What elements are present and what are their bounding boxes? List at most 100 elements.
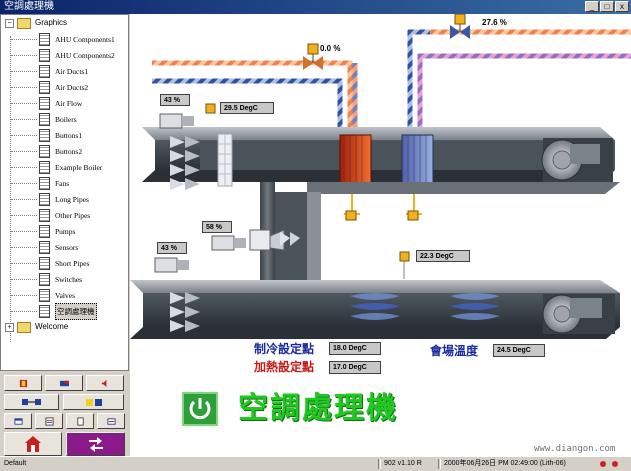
tree-root-label: Graphics (35, 18, 68, 27)
tree-connector (11, 183, 37, 184)
tree-item[interactable]: Buttons1 (39, 128, 82, 143)
page-icon (39, 289, 50, 302)
power-icon (189, 398, 211, 420)
nav-button-9[interactable] (97, 413, 125, 429)
tree-item-label: Switches (55, 275, 83, 284)
status-version: 902 v1.10 R (384, 460, 422, 467)
heating-valve-readout: 0.0 % (320, 44, 341, 53)
tree-root-welcome[interactable]: + Welcome (5, 320, 68, 334)
power-button[interactable] (182, 392, 218, 426)
page-icon (39, 97, 50, 110)
tree-item[interactable]: Air Flow (39, 96, 82, 111)
tree-item[interactable]: Buttons2 (39, 144, 82, 159)
tree-item[interactable]: Sensors (39, 240, 78, 255)
tree-item[interactable]: Air Ducts2 (39, 80, 88, 95)
nav-button-sound[interactable] (86, 375, 124, 391)
list-icon (44, 416, 54, 426)
page-icon (39, 113, 50, 126)
tree-item[interactable]: Valves (39, 288, 75, 303)
page-icon (39, 49, 50, 62)
tree-item[interactable]: Fans (39, 176, 69, 191)
status-bar: Default 902 v1.10 R 2000年06月26日 PM 02:49… (0, 456, 631, 471)
tree-item[interactable]: Long Pipes (39, 192, 89, 207)
nav-button-1[interactable] (4, 375, 42, 391)
tree-item-label: Pumps (55, 227, 76, 236)
tree-line (10, 36, 12, 342)
tree-item[interactable]: AHU Components1 (39, 32, 115, 47)
tree-connector (11, 311, 37, 312)
tree-item[interactable]: Short Pipes (39, 256, 89, 271)
tree-root-graphics[interactable]: − Graphics (5, 16, 67, 30)
damper-lower-readout: 43 % (157, 242, 187, 254)
nav-button-7[interactable] (35, 413, 63, 429)
minimize-button[interactable]: _ (585, 1, 599, 12)
page-icon (39, 305, 50, 318)
tree-item-label: Air Ducts2 (55, 83, 89, 92)
folder-doc-icon (85, 398, 102, 406)
tree-connector (11, 119, 37, 120)
tree-connector (11, 103, 37, 104)
tree-item-label: Long Pipes (55, 195, 89, 204)
tree-item-label: Air Flow (55, 99, 83, 108)
tree-item-label: AHU Components1 (55, 35, 115, 44)
speaker-icon (101, 379, 106, 387)
tree-item[interactable]: Other Pipes (39, 208, 90, 223)
tree-item[interactable]: Air Ducts1 (39, 64, 88, 79)
damper-upper-readout: 43 % (160, 94, 190, 106)
damper-actuator-mid[interactable] (211, 235, 246, 251)
tree-connector (11, 39, 37, 40)
temp-sensor-lower (399, 251, 410, 262)
cooling-valve-readout: 27.6 % (482, 18, 507, 27)
nav-button-4[interactable] (4, 394, 59, 410)
tree-connector (11, 263, 37, 264)
tree-item[interactable]: Switches (39, 272, 82, 287)
nav-button-5[interactable] (63, 394, 124, 410)
cooling-setpoint-value[interactable]: 18.0 DegC (329, 342, 381, 355)
page-icon (39, 145, 50, 158)
tree-connector (11, 167, 37, 168)
temp-lower-readout: 22.3 DegC (416, 250, 470, 262)
tree-item[interactable]: AHU Components2 (39, 48, 115, 63)
damper-actuator-lower[interactable] (154, 257, 189, 273)
network-icon (21, 398, 41, 405)
page-icon (39, 81, 50, 94)
page-icon (39, 177, 50, 190)
heating-setpoint-label: 加熱設定點 (254, 360, 315, 374)
heating-coil (339, 134, 372, 184)
tree-item-label: Sensors (55, 243, 79, 252)
ahu-schematic (130, 14, 631, 339)
heating-setpoint-value[interactable]: 17.0 DegC (329, 361, 381, 374)
collapse-icon[interactable]: − (5, 18, 14, 28)
nav-button-6[interactable] (4, 413, 32, 429)
ahu-diagram: 27.6 % 0.0 % 43 % 29.5 DegC 58 % 43 % 22… (130, 14, 631, 456)
page-icon (39, 129, 50, 142)
supply-fan-lower (542, 294, 615, 334)
tree-item[interactable]: Pumps (39, 224, 75, 239)
page-icon (39, 241, 50, 254)
tree-item-label: Example Boiler (55, 163, 103, 172)
flag-icon (59, 380, 69, 386)
close-button[interactable]: x (615, 1, 629, 12)
swap-arrows-icon (88, 437, 103, 452)
nav-button-8[interactable] (66, 413, 94, 429)
tree-item[interactable]: Example Boiler (39, 160, 102, 175)
window-title: 空調處理機 (4, 1, 54, 12)
nav-button-2[interactable] (45, 375, 83, 391)
tree-item-label: Short Pipes (55, 259, 90, 268)
navigation-panel (0, 372, 129, 456)
home-button[interactable] (4, 432, 62, 456)
valve-cooling[interactable] (450, 14, 470, 39)
supply-fan-upper (541, 138, 613, 182)
cooling-setpoint-label: 制冷設定點 (254, 342, 315, 356)
alarm-led-icon-2 (612, 461, 618, 467)
tree-connector (11, 279, 37, 280)
switch-button[interactable] (66, 432, 125, 456)
expand-icon[interactable]: + (5, 322, 14, 332)
tree-item[interactable]: 空調處理機 (39, 303, 97, 320)
page-icon (39, 225, 50, 238)
maximize-button[interactable]: □ (600, 1, 614, 12)
page-icon (39, 65, 50, 78)
tree-item[interactable]: Boilers (39, 112, 77, 127)
tree-connector (11, 151, 37, 152)
damper-actuator-upper[interactable] (159, 113, 194, 129)
